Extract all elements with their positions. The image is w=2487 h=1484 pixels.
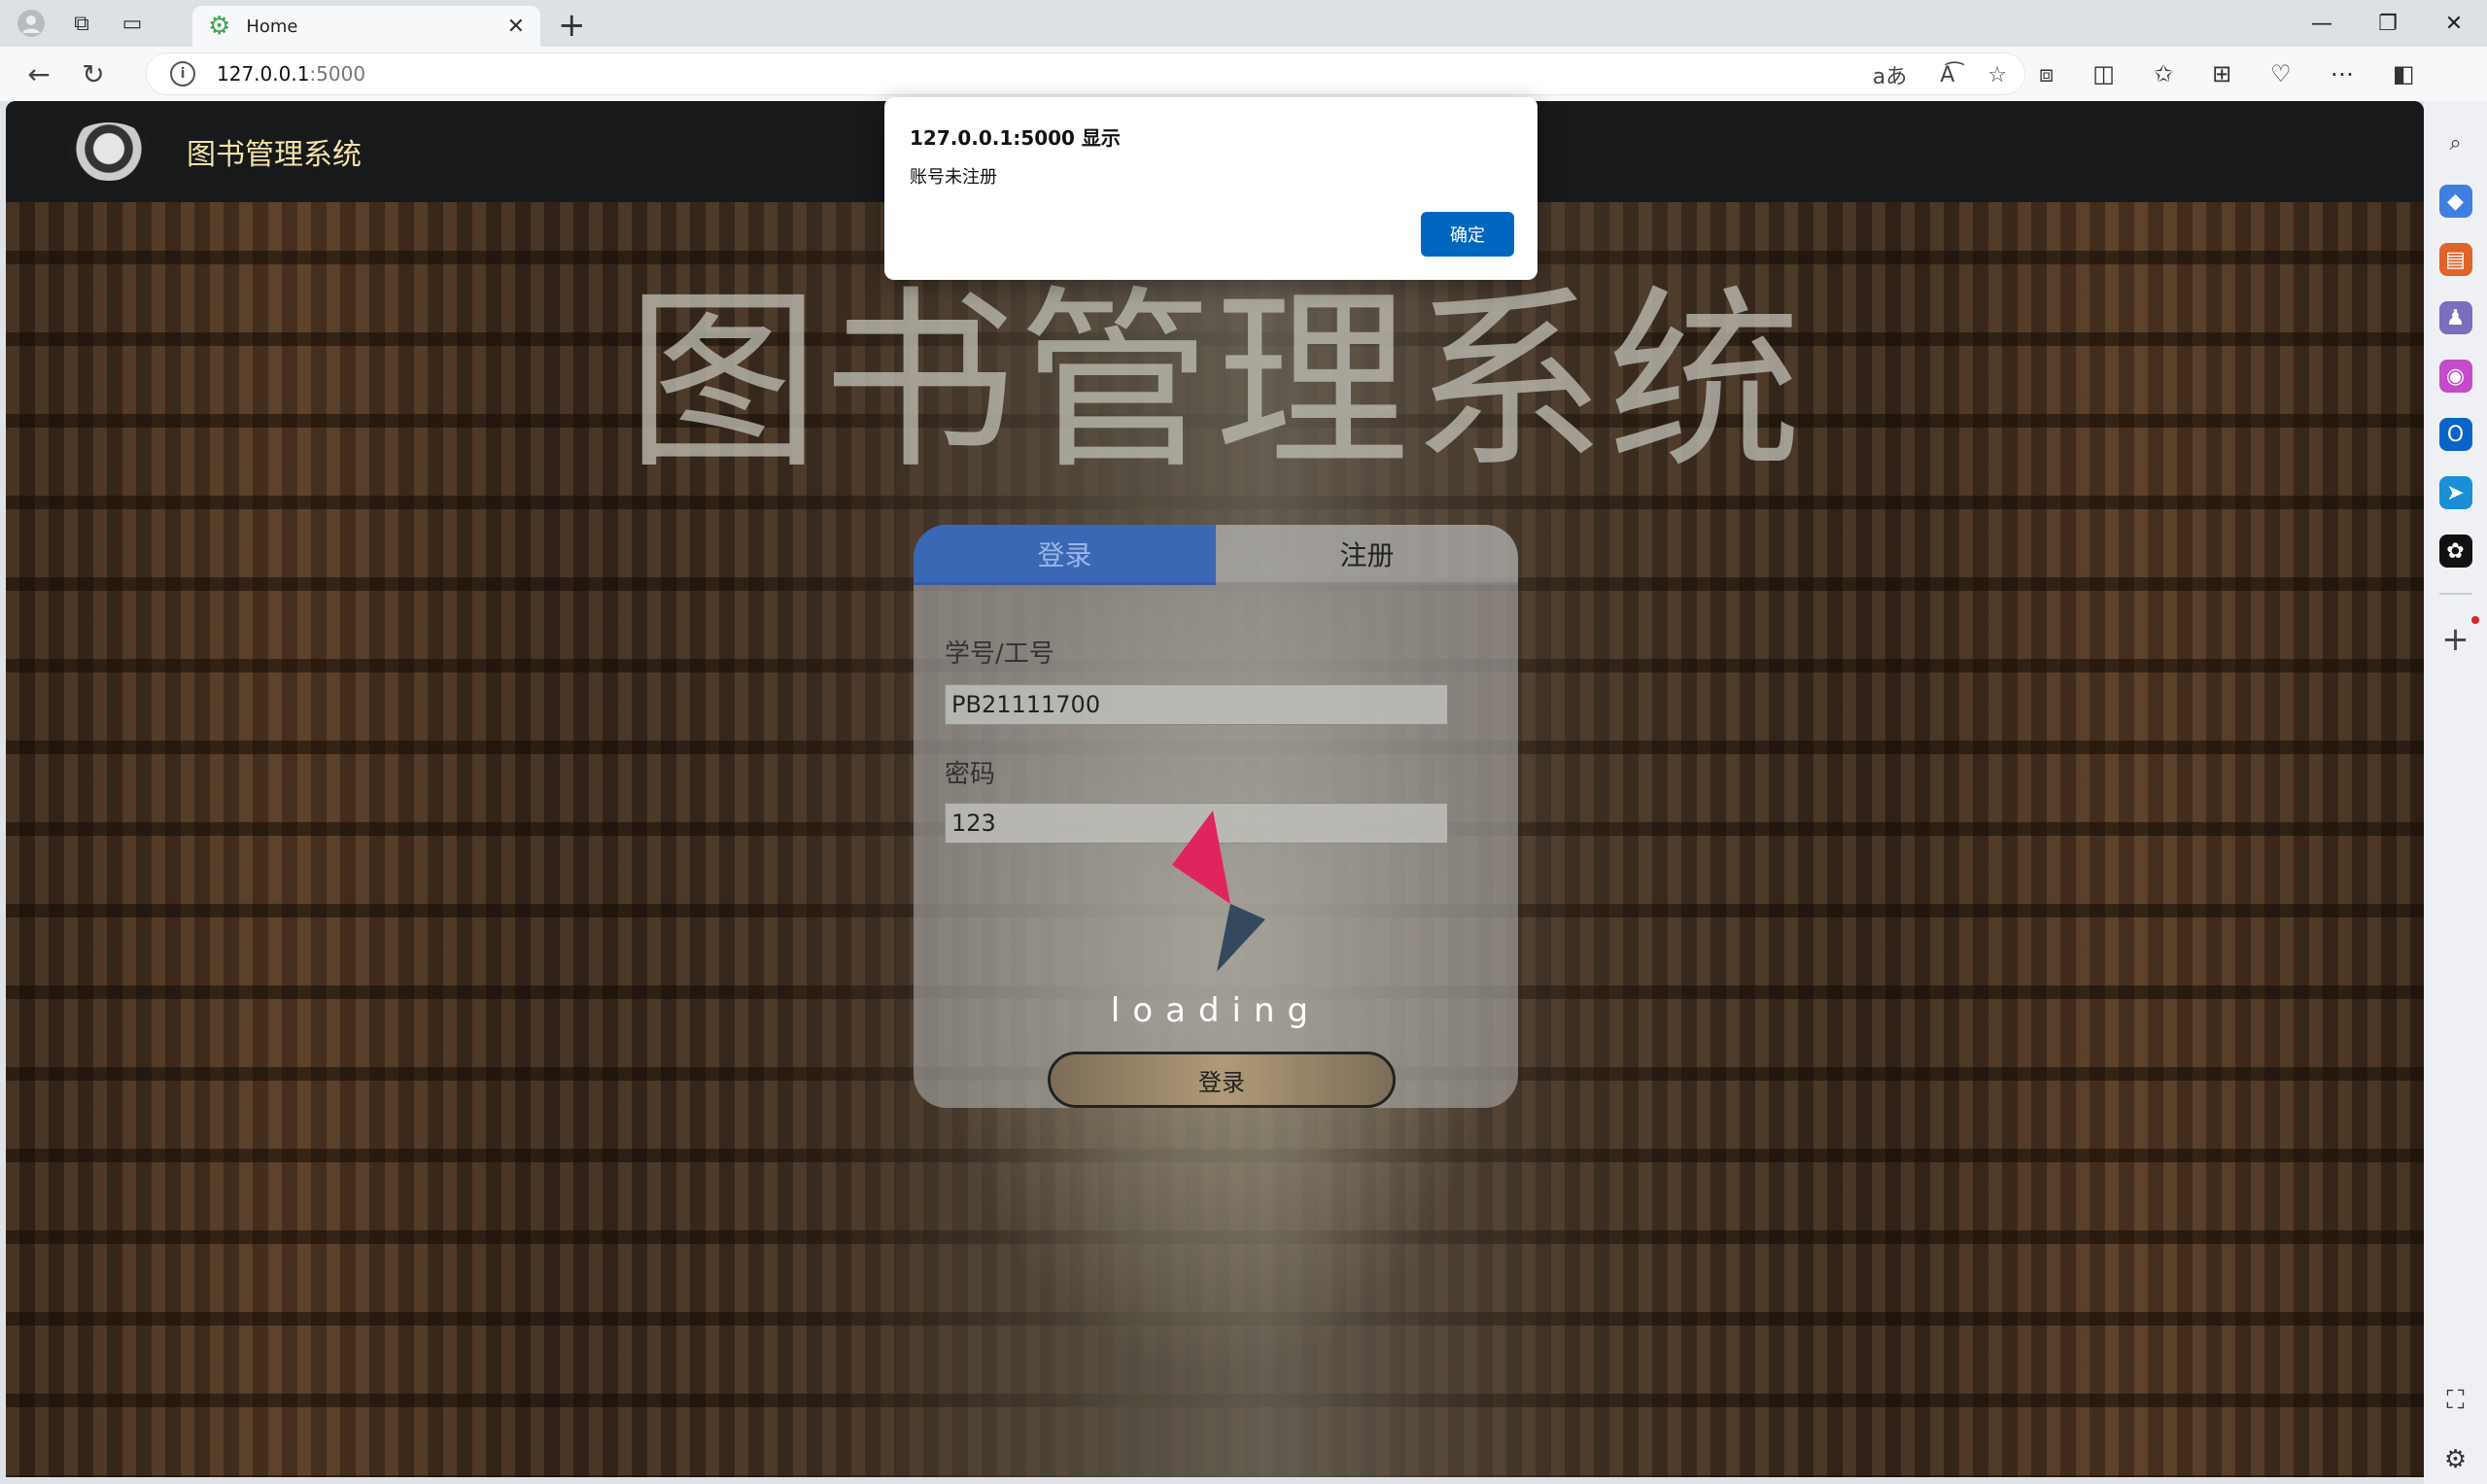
loading-spinner-icon [1172,811,1265,972]
dialog-title: 127.0.0.1:5000 显示 [910,126,1121,150]
minimize-button[interactable]: — [2289,0,2355,47]
translate-icon[interactable]: aあ [1873,59,1907,90]
close-tab-icon[interactable]: ✕ [507,15,525,39]
id-label: 学号/工号 [945,639,1054,669]
address-toolbar: ← ↻ i 127.0.0.1 :5000 aあ A͡ ☆ ⧈ ◫ ✩ ⊞ ♡ … [0,47,2487,101]
back-icon[interactable]: ← [12,58,66,90]
collections-icon[interactable]: ⊞ [2212,60,2231,87]
site-logo[interactable] [66,122,152,181]
gear-icon: ⚙ [208,12,231,41]
alert-dialog: 127.0.0.1:5000 显示 账号未注册 确定 [884,97,1537,280]
shopping-tag-icon[interactable]: ◆ [2438,185,2472,218]
auth-tabs: 登录 注册 [914,525,1518,585]
browser-tab-bar: ⧉ ▭ ⚙ Home ✕ + — ❐ ✕ [0,0,2487,47]
browser-tab-home[interactable]: ⚙ Home ✕ [192,6,540,47]
url-host: 127.0.0.1 [217,62,310,86]
sidebar-divider [2438,593,2472,595]
id-input[interactable]: PB21111700 [945,684,1448,725]
favorite-star-icon[interactable]: ☆ [1987,63,2007,87]
edge-sidebar: ⌕ ◆ ▤ ♟ ◉ O ➤ ✿ + ⛶ ⚙ [2424,101,2487,1484]
more-menu-icon[interactable]: ⋯ [2331,60,2354,87]
profile-icon[interactable] [12,4,51,43]
workspaces-icon[interactable]: ⧉ [62,4,101,43]
url-port: :5000 [309,62,366,86]
sidebar-bottom: ⛶ ⚙ [2444,1386,2467,1474]
games-icon[interactable]: ♟ [2438,301,2472,334]
restore-button[interactable]: ❐ [2355,0,2421,47]
password-label: 密码 [945,760,996,789]
hero-title: 图书管理系统 [625,269,1804,496]
browser-essentials-icon[interactable]: ♡ [2270,60,2292,87]
address-bar[interactable]: i 127.0.0.1 :5000 aあ A͡ ☆ [146,52,2025,95]
vertical-tabs-icon[interactable]: ▭ [113,4,152,43]
tab-login[interactable]: 登录 [914,525,1216,585]
extensions-icon[interactable]: ⧈ [2039,60,2054,87]
notification-dot [2470,616,2479,624]
split-screen-icon[interactable]: ◫ [2092,60,2115,87]
sidebar-toggle-icon[interactable]: ◧ [2393,60,2415,87]
outlook-icon[interactable]: O [2438,418,2472,451]
login-submit-button[interactable]: 登录 [1048,1052,1396,1108]
browser-toolbar: ⧈ ◫ ✩ ⊞ ♡ ⋯ ◧ [2039,47,2414,101]
openai-icon[interactable]: ✿ [2438,535,2472,568]
sidebar-settings-icon[interactable]: ⚙ [2444,1445,2467,1474]
login-card: 登录 注册 学号/工号 PB21111700 密码 123 loading 登录 [914,525,1518,1108]
read-aloud-icon[interactable]: A͡ [1940,63,1954,87]
refresh-icon[interactable]: ↻ [66,58,121,90]
favorites-icon[interactable]: ✩ [2154,60,2173,87]
tab-register[interactable]: 注册 [1216,525,1518,585]
new-tab-button[interactable]: + [558,6,586,45]
search-icon[interactable]: ⌕ [2439,126,2472,159]
add-sidebar-app-icon[interactable]: + [2441,616,2479,659]
page-viewport: 图书管理系统 图书管理系统 登录 注册 学号/工号 PB21111700 密码 … [6,101,2424,1477]
site-name[interactable]: 图书管理系统 [187,130,362,173]
drop-send-icon[interactable]: ➤ [2438,476,2472,509]
screenshot-icon[interactable]: ⛶ [2446,1386,2464,1416]
window-controls: — ❐ ✕ [2289,0,2487,47]
dialog-message: 账号未注册 [910,167,997,188]
microsoft-365-icon[interactable]: ◉ [2438,360,2472,393]
dialog-ok-button[interactable]: 确定 [1421,212,1514,257]
address-bar-tools: aあ A͡ ☆ [1873,53,2007,96]
site-info-icon[interactable]: i [170,61,195,86]
loading-text: loading [1110,991,1322,1030]
tab-title: Home [246,16,298,37]
close-window-button[interactable]: ✕ [2421,0,2487,47]
tools-briefcase-icon[interactable]: ▤ [2438,243,2472,276]
